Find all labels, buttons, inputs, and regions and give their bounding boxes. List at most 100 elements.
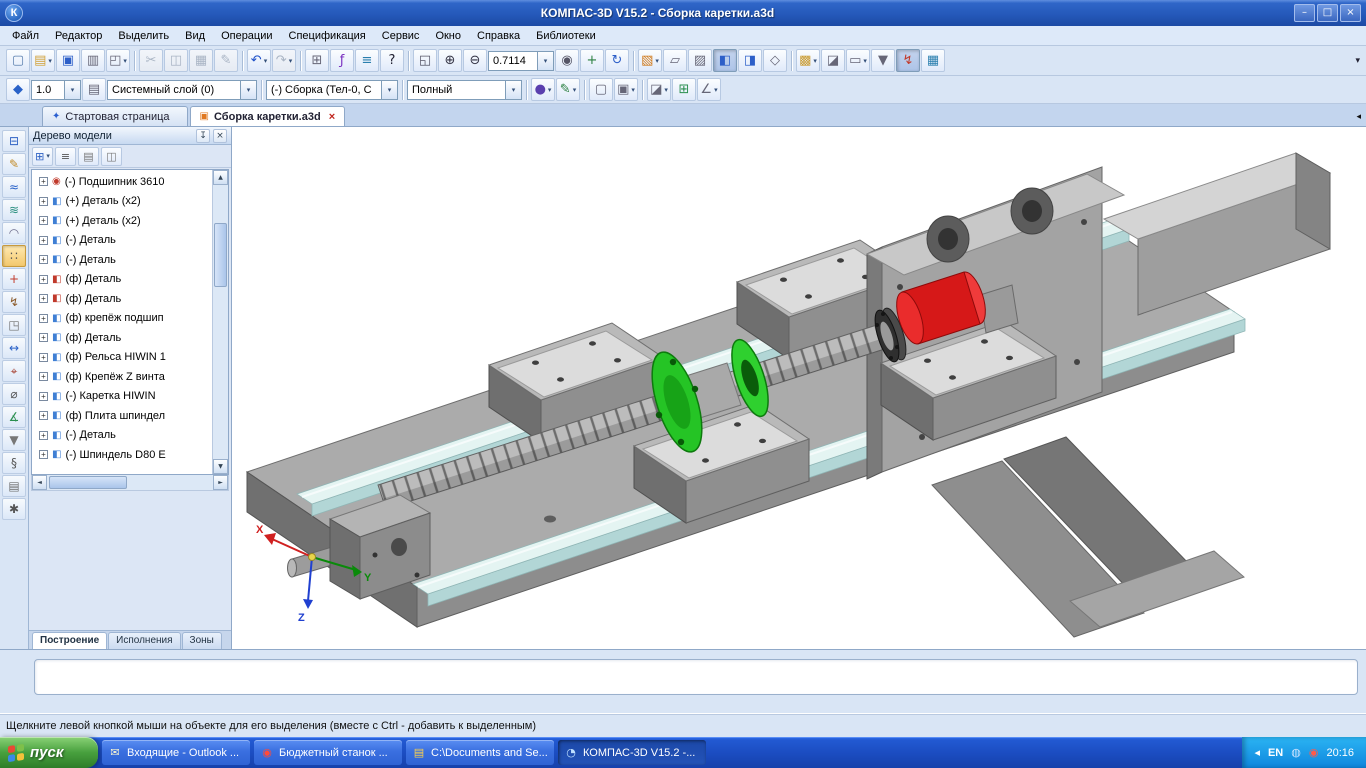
tree-display-mode-icon[interactable]: ⊞ ▾	[32, 146, 53, 166]
display-quality-combo[interactable]: Полный ▾	[407, 79, 522, 100]
print-preview-icon[interactable]: ◰ ▾	[106, 49, 130, 72]
copy-properties-icon[interactable]: ✎ ▾	[214, 49, 238, 72]
tree-additional-icon[interactable]: ▤ ▾	[78, 146, 99, 166]
dropdown-arrow-icon[interactable]: ▾	[573, 86, 577, 94]
dimensions-3d-icon[interactable]: ∠ ▾	[697, 78, 721, 101]
perspective-icon[interactable]: ◇ ▾	[763, 49, 787, 72]
tree-bottom-tab[interactable]: Зоны	[181, 632, 222, 649]
tray-collapse-icon[interactable]: ◂	[1254, 746, 1260, 759]
panel-3d-curves-icon[interactable]: ↯	[2, 291, 26, 313]
redo-icon[interactable]: ↷ ▾	[272, 49, 296, 72]
section-icon[interactable]: ◪ ▾	[647, 78, 671, 101]
menu-item[interactable]: Файл	[4, 27, 47, 45]
close-button[interactable]: ×	[1340, 4, 1361, 22]
taskbar-kompas-button[interactable]: ◔ КОМПАС-3D V15.2 -...	[558, 740, 706, 765]
panel-specification-icon[interactable]: §	[2, 452, 26, 474]
step-combo[interactable]: 1.0 ▾	[31, 79, 81, 100]
tree-item[interactable]: + ◧ (-) Каретка HIWIN	[32, 387, 212, 407]
panel-sheet-metal-icon[interactable]: ◳	[2, 314, 26, 336]
undo-icon[interactable]: ↶ ▾	[247, 49, 271, 72]
cut-icon[interactable]: ✂ ▾	[139, 49, 163, 72]
tray-update-icon[interactable]: ◍	[1291, 746, 1301, 759]
rebuild-icon[interactable]: ↯ ▾	[896, 49, 920, 72]
tree-item[interactable]: + ◧ (-) Деталь	[32, 231, 212, 251]
context-help-icon[interactable]: ? ▾	[380, 49, 404, 72]
tree-vertical-scrollbar[interactable]: ▲ ▼	[212, 170, 228, 474]
tree-expander-icon[interactable]: +	[39, 274, 48, 284]
zoom-in-icon[interactable]: ⊕ ▾	[438, 49, 462, 72]
tree-expander-icon[interactable]: +	[39, 450, 48, 460]
tree-expander-icon[interactable]: +	[39, 235, 48, 245]
tree-expander-icon[interactable]: +	[39, 216, 48, 226]
clock[interactable]: 20:16	[1326, 747, 1354, 759]
tree-item[interactable]: + ◧ (ф) Рельса HIWIN 1	[32, 348, 212, 368]
panel-properties-icon[interactable]: ✱	[2, 498, 26, 520]
scrollbar-track[interactable]	[213, 185, 228, 459]
menu-item[interactable]: Справка	[469, 27, 528, 45]
tree-item[interactable]: + ◧ (-) Шпиндель D80 Е	[32, 445, 212, 465]
step-dropdown-icon[interactable]: ▾	[64, 80, 80, 99]
dropdown-arrow-icon[interactable]: ▾	[631, 86, 635, 94]
panel-auxiliary-icon[interactable]: +	[2, 268, 26, 290]
tree-composition-icon[interactable]: ≡ ▾	[55, 146, 76, 166]
language-indicator[interactable]: EN	[1268, 747, 1283, 759]
menu-item[interactable]: Редактор	[47, 27, 110, 45]
dropdown-arrow-icon[interactable]: ▾	[813, 57, 817, 65]
tree-expander-icon[interactable]: +	[39, 372, 48, 382]
tree-horizontal-scrollbar[interactable]: ◄ ►	[31, 475, 229, 491]
tree-item[interactable]: + ◧ (ф) Деталь	[32, 289, 212, 309]
relations-icon[interactable]: ≡ ▾	[355, 49, 379, 72]
zoom-window-icon[interactable]: ◱ ▾	[413, 49, 437, 72]
shaded-icon[interactable]: ◧ ▾	[713, 49, 737, 72]
dropdown-arrow-icon[interactable]: ▾	[289, 57, 293, 65]
variables-icon[interactable]: ƒ ▾	[330, 49, 354, 72]
tab-close-icon[interactable]: ×	[329, 111, 335, 123]
display-quality-dropdown-icon[interactable]: ▾	[505, 80, 521, 99]
layer-dropdown-icon[interactable]: ▾	[240, 80, 256, 99]
model-viewport[interactable]: X Y Z	[232, 127, 1366, 649]
pan-icon[interactable]: + ▾	[580, 49, 604, 72]
display-params-icon[interactable]: ▢ ▾	[589, 78, 613, 101]
layer-combo[interactable]: Системный слой (0) ▾	[107, 79, 257, 100]
dropdown-arrow-icon[interactable]: ▾	[548, 86, 552, 94]
shaded-edges-icon[interactable]: ◨ ▾	[738, 49, 762, 72]
scroll-up-icon[interactable]: ▲	[213, 170, 228, 185]
assembly-target-dropdown-icon[interactable]: ▾	[381, 80, 397, 99]
taskbar-outlook-button[interactable]: ✉ Входящие - Outlook ...	[102, 740, 250, 765]
dropdown-arrow-icon[interactable]: ▾	[46, 152, 50, 160]
maximize-button[interactable]: □	[1317, 4, 1338, 22]
menu-item[interactable]: Вид	[177, 27, 213, 45]
tree-item[interactable]: + ◧ (ф) Крепёж Z винта	[32, 367, 212, 387]
taskbar-opera-button[interactable]: ◉ Бюджетный станок ...	[254, 740, 402, 765]
scrollbar-track[interactable]	[47, 475, 213, 490]
panel-surfaces-icon[interactable]: ◠	[2, 222, 26, 244]
taskbar-explorer-button[interactable]: ▤ C:\Documents and Se...	[406, 740, 554, 765]
panel-geometry-icon[interactable]: ≈	[2, 176, 26, 198]
scroll-right-icon[interactable]: ►	[213, 475, 228, 490]
dropdown-arrow-icon[interactable]: ▾	[655, 57, 659, 65]
toolbar-overflow-icon[interactable]: ▾	[1355, 55, 1360, 66]
zoom-combo[interactable]: 0.7114 ▾	[488, 50, 554, 71]
tree-item[interactable]: + ◧ (ф) крепёж подшип	[32, 309, 212, 329]
scrollbar-thumb[interactable]	[49, 476, 127, 489]
open-document-icon[interactable]: ▤ ▾	[31, 49, 55, 72]
orbit-icon[interactable]: ↻ ▾	[605, 49, 629, 72]
panel-pin-icon[interactable]: ↧	[196, 128, 210, 143]
tree-expander-icon[interactable]: +	[39, 313, 48, 323]
tree-expander-icon[interactable]: +	[39, 352, 48, 362]
library-manager-icon[interactable]: ▦ ▾	[921, 49, 945, 72]
tree-expander-icon[interactable]: +	[39, 255, 48, 265]
copy-icon[interactable]: ◫ ▾	[164, 49, 188, 72]
orientation-icon[interactable]: ▧ ▾	[638, 49, 662, 72]
hidden-lines-icon[interactable]: ▨ ▾	[688, 49, 712, 72]
layers-icon[interactable]: ▤ ▾	[82, 78, 106, 101]
start-button[interactable]: пуск	[0, 737, 98, 768]
menu-item[interactable]: Библиотеки	[528, 27, 604, 45]
tab-document[interactable]: ▣ Сборка каретки.a3d ×	[189, 106, 346, 126]
preview-layout-icon[interactable]: ⊞ ▾	[305, 49, 329, 72]
tab-scroll-icon[interactable]: ◂	[1356, 111, 1361, 122]
tree-relations-icon[interactable]: ◫ ▾	[101, 146, 122, 166]
tree-item[interactable]: + ◧ (ф) Деталь	[32, 270, 212, 290]
zoom-selected-icon[interactable]: ◉ ▾	[555, 49, 579, 72]
model-viewport-canvas[interactable]: X Y Z	[232, 127, 1366, 649]
